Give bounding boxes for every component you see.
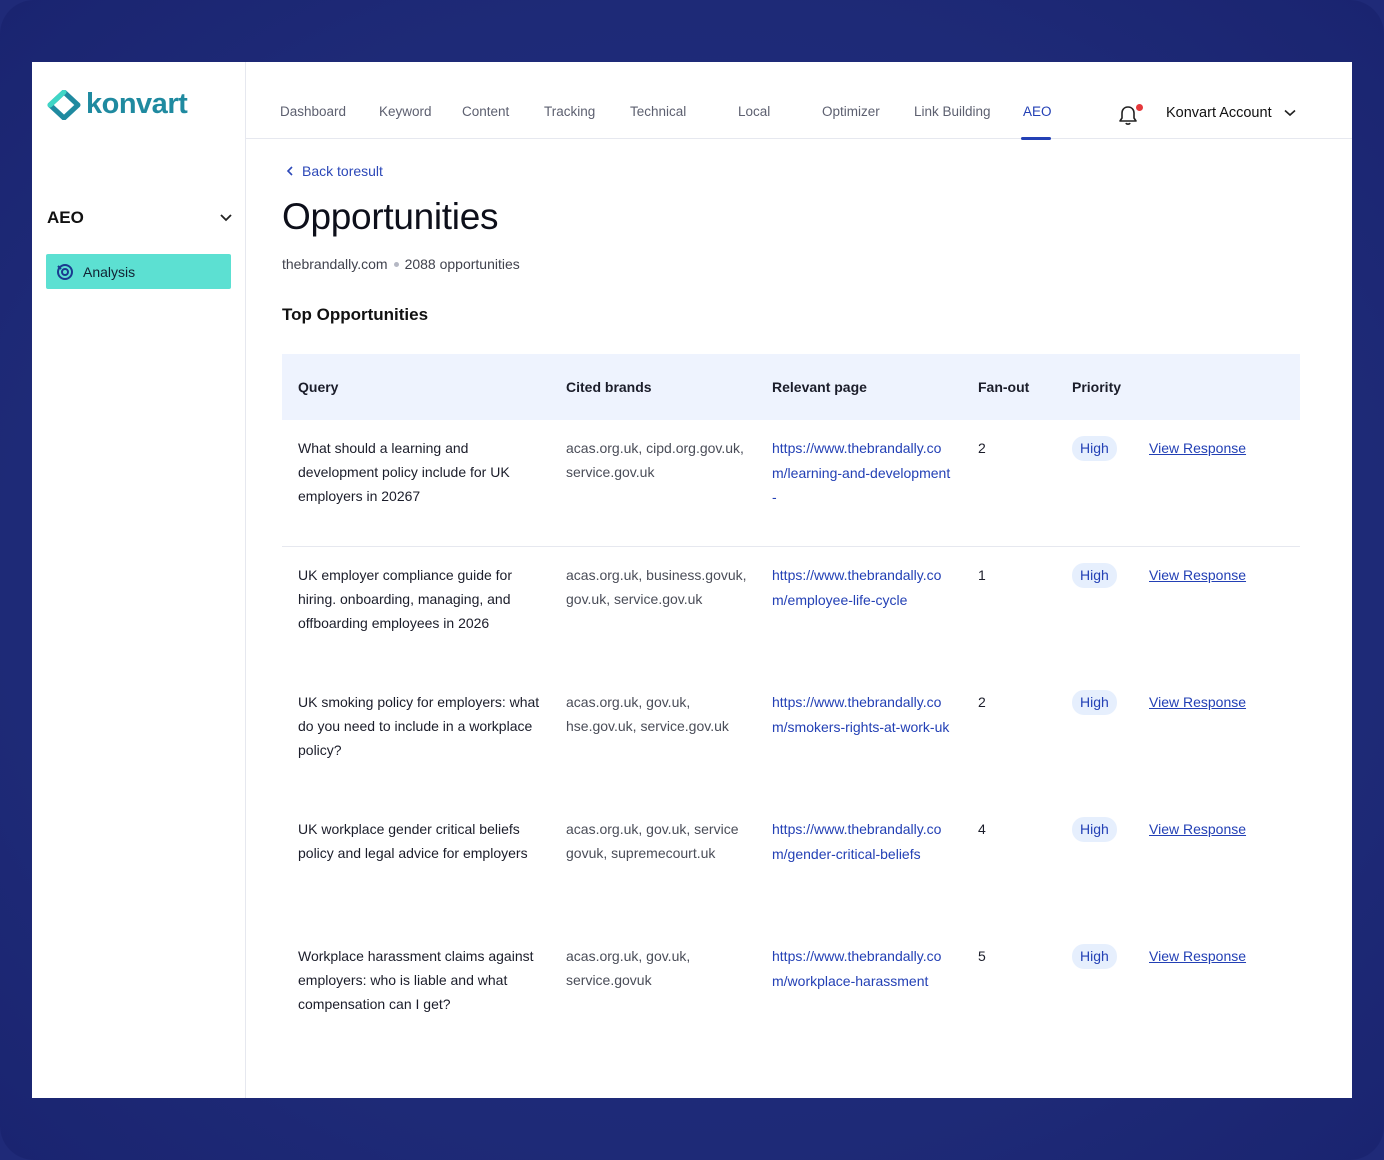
query-cell: UK employer compliance guide for hiring.… [298,567,512,631]
table-row: Workplace harassment claims against empl… [282,928,1300,1055]
query-cell: UK workplace gender critical beliefs pol… [298,821,528,861]
top-nav: Dashboard Keyword Content Tracking Techn… [246,62,1352,140]
priority-badge: High [1072,436,1117,461]
domain-label: thebrandally.com [282,256,388,272]
cited-brands-cell: acas.org.uk, gov.uk, service govuk, supr… [566,821,739,861]
page-title: Opportunities [282,196,499,237]
back-link-label: Back toresult [302,163,383,179]
konvart-logo[interactable]: konvart [46,88,188,121]
fan-out-cell: 4 [978,821,986,837]
priority-badge: High [1072,944,1117,969]
notification-dot [1136,104,1143,111]
table-row: What should a learning and development p… [282,420,1300,547]
fan-out-cell: 2 [978,694,986,710]
header-cited-brands: Cited brands [566,379,652,395]
header-fan-out: Fan-out [978,379,1030,395]
cited-brands-cell: acas.org.uk, gov.uk, hse.gov.uk, service… [566,694,729,734]
relevant-page-link[interactable]: https://www.thebrandally.com/workplace-h… [772,944,978,1055]
query-cell: UK smoking policy for employers: what do… [298,694,540,758]
table-header: Query Cited brands Relevant page Fan-out… [282,354,1300,420]
view-response-link[interactable]: View Response [1149,948,1246,964]
priority-badge: High [1072,690,1117,715]
main-content: Dashboard Keyword Content Tracking Techn… [246,62,1352,1098]
cited-brands-cell: acas.org.uk, business.govuk, gov.uk, ser… [566,567,747,607]
konvart-logo-icon [47,89,81,120]
app-window: konvart AEO Analysis Dashboard Keyword C… [32,62,1352,1098]
sidebar-section-aeo[interactable]: AEO [47,208,233,228]
view-response-link[interactable]: View Response [1149,694,1246,710]
view-response-link[interactable]: View Response [1149,440,1246,456]
tab-link-building[interactable]: Link Building [914,104,991,119]
cited-brands-cell: acas.org.uk, gov.uk, service.govuk [566,948,691,988]
header-query: Query [298,379,339,395]
section-title: Top Opportunities [282,305,429,324]
view-response-link[interactable]: View Response [1149,821,1246,837]
cited-brands-cell: acas.org.uk, cipd.org.gov.uk, service.go… [566,440,744,480]
sidebar-item-analysis[interactable]: Analysis [46,254,231,289]
relevant-page-link[interactable]: https://www.thebrandally.com/smokers-rig… [772,690,978,801]
table-row: UK workplace gender critical beliefs pol… [282,801,1300,928]
page-meta: thebrandally.com 2088 opportunities [282,256,520,272]
back-link[interactable]: Back toresult [286,163,383,179]
tab-aeo[interactable]: AEO [1023,104,1052,119]
opportunities-table: Query Cited brands Relevant page Fan-out… [282,354,1300,1055]
brand-name: konvart [86,88,188,120]
table-row: UK smoking policy for employers: what do… [282,674,1300,801]
fan-out-cell: 1 [978,567,986,583]
view-response-link[interactable]: View Response [1149,567,1246,583]
fan-out-cell: 2 [978,440,986,456]
chevron-down-icon [220,214,232,222]
priority-badge: High [1072,563,1117,588]
tab-dashboard[interactable]: Dashboard [280,104,346,119]
tab-content[interactable]: Content [462,104,509,119]
fan-out-cell: 5 [978,948,986,964]
account-label: Konvart Account [1166,105,1272,121]
query-cell: What should a learning and development p… [298,440,510,504]
priority-badge: High [1072,817,1117,842]
analysis-icon [57,263,73,280]
separator-dot [393,261,399,267]
tab-tracking[interactable]: Tracking [544,104,595,119]
tab-local[interactable]: Local [738,104,770,119]
chevron-down-icon [1284,109,1296,117]
sidebar-item-label: Analysis [83,263,136,280]
relevant-page-link[interactable]: https://www.thebrandally.com/learning-an… [772,436,978,546]
relevant-page-link[interactable]: https://www.thebrandally.com/gender-crit… [772,817,978,928]
chevron-left-icon [286,166,293,176]
sidebar: konvart AEO Analysis [32,62,246,1098]
notification-bell-icon[interactable] [1118,104,1138,126]
active-tab-indicator [1021,137,1051,140]
tab-optimizer[interactable]: Optimizer [822,104,880,119]
relevant-page-link[interactable]: https://www.thebrandally.com/employee-li… [772,563,978,674]
header-priority: Priority [1072,379,1122,395]
opportunity-count: 2088 opportunities [404,256,520,272]
query-cell: Workplace harassment claims against empl… [298,948,534,1012]
table-row: UK employer compliance guide for hiring.… [282,547,1300,674]
tab-technical[interactable]: Technical [630,104,686,119]
sidebar-section-title: AEO [47,208,84,227]
account-menu[interactable]: Konvart Account [1166,105,1296,121]
header-relevant-page: Relevant page [772,379,867,395]
tab-keyword[interactable]: Keyword [379,104,432,119]
